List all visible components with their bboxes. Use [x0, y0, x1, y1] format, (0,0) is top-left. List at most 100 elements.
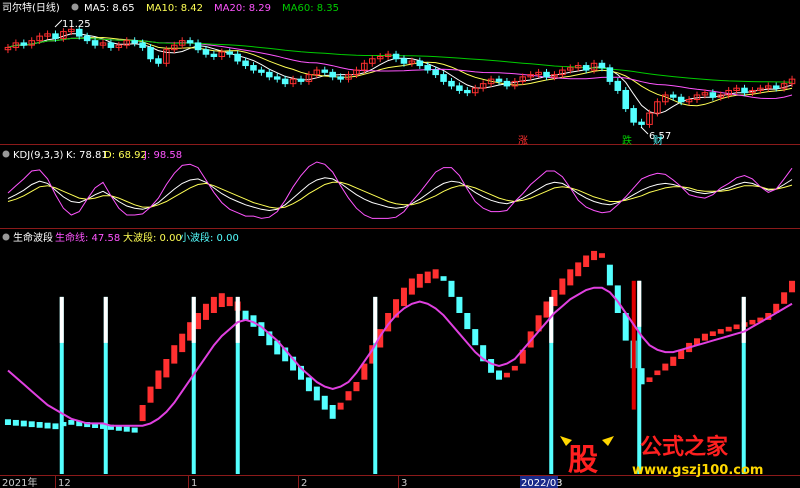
candle-body — [297, 78, 305, 82]
wave-bar — [68, 419, 75, 425]
wave-bar — [646, 377, 653, 382]
wave-long-bar-tip — [549, 296, 554, 343]
candle-body — [20, 42, 28, 46]
wave-bar — [440, 276, 447, 281]
wave-long-bar-tip — [191, 296, 196, 343]
kdj-toggle-icon[interactable] — [2, 150, 10, 158]
candle-body — [242, 60, 249, 67]
x-label-2021: 2021年 — [2, 476, 37, 488]
wave-bar — [781, 292, 788, 304]
wave-bar — [503, 372, 510, 378]
candle-body — [234, 53, 241, 62]
candle-body — [186, 40, 194, 44]
x-label-cursor: 2022/03 — [521, 478, 563, 488]
candle-body — [606, 67, 614, 82]
wave-bar — [654, 370, 661, 376]
marker-cai: 财 — [653, 134, 663, 147]
wave-bar — [511, 365, 518, 371]
wave-bar — [195, 313, 202, 330]
wave-bar — [163, 359, 170, 378]
candle-body — [598, 62, 606, 69]
candle-body — [194, 42, 202, 51]
wave-bar — [709, 331, 716, 336]
wave-bar — [400, 287, 407, 307]
candle-body — [266, 71, 273, 78]
candle-body — [416, 60, 424, 67]
wave-long-bar-tip — [741, 296, 746, 343]
main-panel-header: 司尔特(日线) MA5: 8.65 MA10: 8.42 MA20: 8.29 … — [2, 1, 339, 14]
wave-bar — [591, 250, 598, 261]
main-panel-toggle-icon[interactable] — [71, 3, 79, 11]
candle-body — [52, 33, 59, 39]
wave-bar — [575, 262, 582, 277]
wave-bar — [36, 422, 43, 428]
candle-body — [321, 69, 329, 73]
wave-bar — [670, 356, 677, 366]
wave-long-bar-tip — [637, 280, 642, 327]
wave-bar — [345, 391, 352, 401]
wave-toggle-icon[interactable] — [2, 233, 10, 241]
wave-bar — [543, 301, 550, 318]
candle-body — [741, 87, 748, 94]
candle-body — [131, 40, 138, 44]
wave-long-bar-tip — [103, 296, 108, 343]
wave-bar — [179, 333, 186, 353]
wave-bar — [210, 296, 217, 313]
watermark-url: www.gszj100.com — [632, 463, 763, 478]
wave-bar — [725, 326, 732, 332]
candle-body — [424, 65, 431, 71]
wave-bar — [598, 253, 605, 258]
wave-legend-lifeline: 生命线: 47.58 — [55, 231, 120, 244]
wave-bar — [559, 278, 566, 295]
wave-bar — [242, 310, 249, 320]
wave-bar — [567, 269, 574, 286]
wave-bar — [432, 269, 439, 279]
high-price-label: 11.25 — [62, 19, 91, 30]
candle-body — [210, 53, 218, 57]
kdj-legend-k: K: 78.81 — [66, 150, 108, 161]
wave-bar — [131, 427, 138, 433]
candle-body — [614, 80, 622, 91]
wave-bar — [408, 278, 415, 295]
wave-bar — [171, 345, 178, 364]
candle-body — [329, 71, 336, 78]
candle-body — [432, 69, 439, 76]
candle-body — [83, 35, 91, 42]
wave-bar — [353, 382, 360, 392]
legend-ma20: MA20: 8.29 — [214, 3, 271, 14]
watermark-site-name: 公式之家 — [640, 434, 729, 460]
wave-long-bar-tip — [373, 296, 378, 343]
wave-long-bar — [631, 280, 636, 410]
candle-body — [772, 85, 780, 89]
candle-body — [709, 92, 717, 98]
wave-bar — [155, 370, 162, 389]
candle-body — [622, 89, 629, 110]
wave-title: 生命波段 — [13, 231, 53, 244]
wave-bar — [416, 273, 423, 288]
wave-bar — [456, 296, 463, 313]
candle-body — [495, 78, 503, 82]
wave-bar — [329, 405, 336, 419]
wave-bar — [606, 264, 613, 286]
wave-bar — [733, 324, 740, 330]
candle-body — [147, 46, 154, 60]
candle-body — [139, 42, 146, 48]
wave-bar — [28, 421, 35, 428]
candle-body — [392, 53, 400, 60]
marker-die: 跌 — [622, 134, 632, 147]
watermark-logo: 股 — [568, 443, 598, 478]
candle-body — [464, 89, 471, 94]
wave-bar — [464, 313, 471, 330]
wave-bar — [226, 296, 233, 307]
chart-background — [0, 0, 800, 488]
legend-ma10: MA10: 8.42 — [146, 3, 203, 14]
wave-bar — [12, 419, 19, 426]
wave-bar — [139, 405, 146, 422]
wave-bar — [218, 293, 225, 308]
wave-long-bar-tip — [235, 296, 240, 343]
wave-bar — [583, 255, 590, 267]
wave-bar — [448, 280, 455, 297]
candle-body — [258, 69, 265, 73]
candle-body — [202, 49, 210, 55]
wave-bar — [52, 423, 59, 430]
